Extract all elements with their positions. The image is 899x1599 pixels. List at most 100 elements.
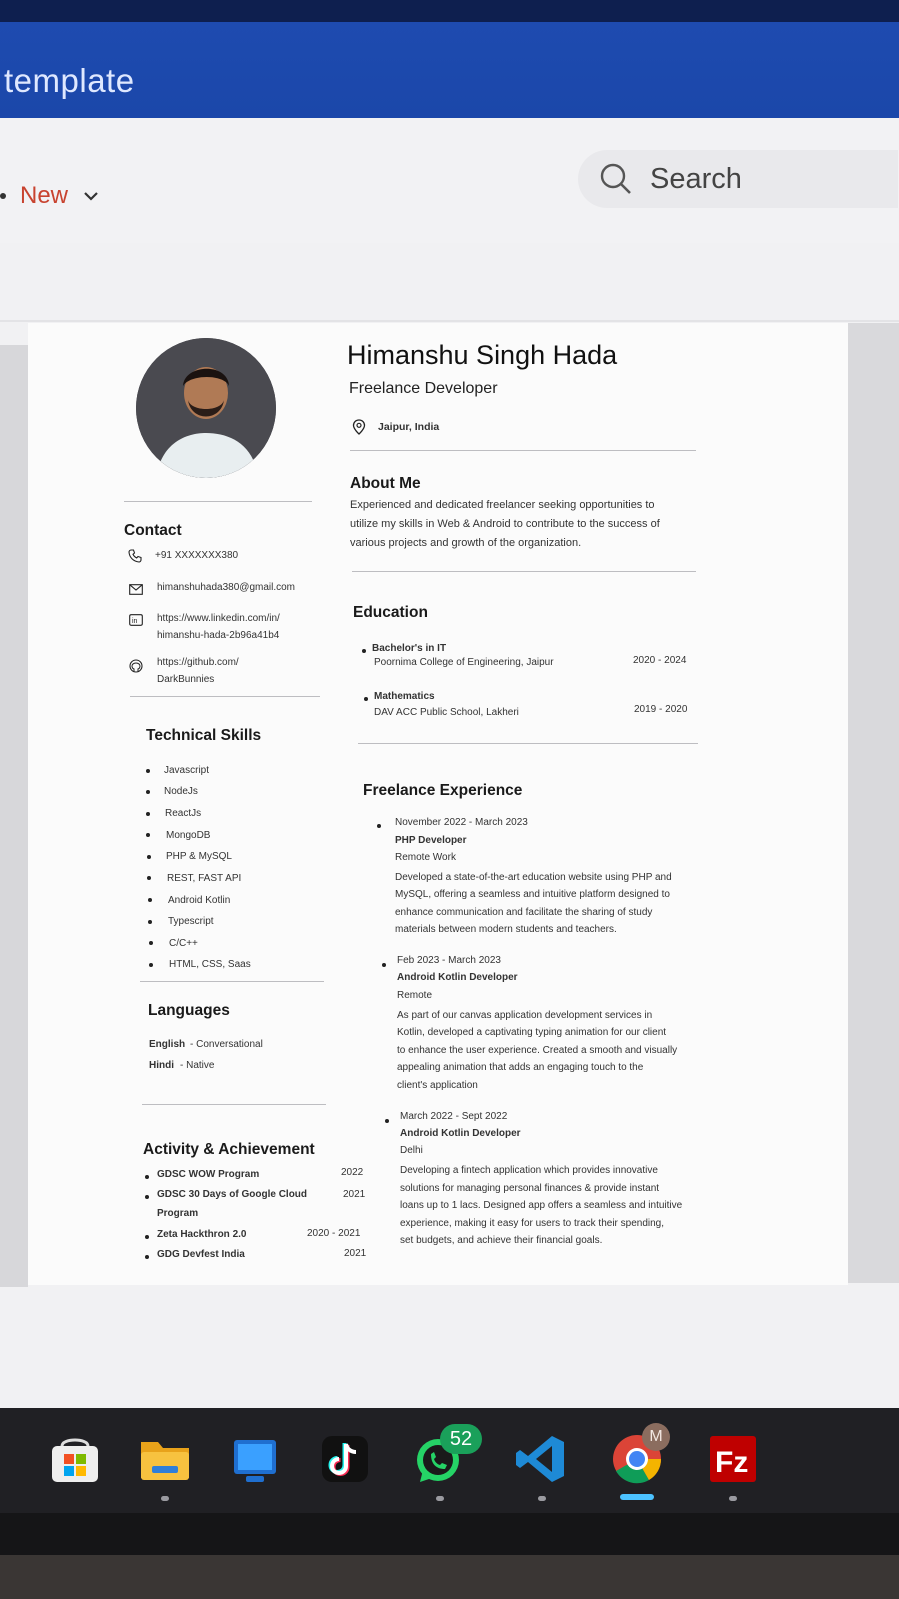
experience-heading: Freelance Experience <box>363 782 523 799</box>
whatsapp-badge: 52 <box>440 1424 482 1454</box>
contact-phone: +91 XXXXXXX380 <box>155 550 239 561</box>
education-years: 2019 - 2020 <box>634 704 688 715</box>
experience-line: appealing animation that adds an engagin… <box>397 1062 644 1073</box>
skill-item: Android Kotlin <box>168 895 231 906</box>
linkedin-icon: in <box>129 614 143 626</box>
github-icon <box>129 659 143 673</box>
experience-dates: March 2022 - Sept 2022 <box>400 1111 508 1122</box>
whatsapp-badge-count: 52 <box>449 1427 473 1450</box>
svg-text:in: in <box>132 618 138 625</box>
file-explorer-indicator <box>161 1496 169 1501</box>
chevron-down-icon[interactable] <box>82 187 100 205</box>
activity-item: GDG Devfest India <box>157 1249 245 1260</box>
experience-title: Android Kotlin Developer <box>397 972 518 983</box>
bullet <box>147 876 151 880</box>
contact-linkedin[interactable]: https://www.linkedin.com/in/ <box>157 613 280 624</box>
divider <box>352 571 696 572</box>
experience-line: As part of our canvas application develo… <box>397 1010 653 1021</box>
education-years: 2020 - 2024 <box>633 655 687 666</box>
canvas-gutter-left <box>0 345 28 1287</box>
store-icon[interactable] <box>48 1432 102 1486</box>
about-line: various projects and growth of the organ… <box>350 537 582 549</box>
bullet <box>146 790 150 794</box>
contact-email[interactable]: himanshuhada380@gmail.com <box>157 582 295 593</box>
whatsapp-indicator <box>436 1496 444 1501</box>
search-placeholder: Search <box>650 162 742 195</box>
activity-year: 2021 <box>343 1189 366 1200</box>
skill-item: Typescript <box>168 916 214 927</box>
skill-item: Javascript <box>164 765 210 776</box>
experience-line: Developing a fintech application which p… <box>400 1165 658 1176</box>
contact-github[interactable]: DarkBunnies <box>157 674 214 685</box>
experience-place: Delhi <box>400 1145 423 1156</box>
bullet <box>146 769 150 773</box>
phone-icon <box>128 549 142 563</box>
education-school: DAV ACC Public School, Lakheri <box>374 707 519 718</box>
divider <box>142 1104 326 1105</box>
experience-line: MySQL, offering a seamless and intuitive… <box>395 889 670 900</box>
education-degree: Bachelor's in IT <box>372 643 447 654</box>
file-explorer-icon[interactable] <box>138 1432 192 1486</box>
contact-linkedin[interactable]: himanshu-hada-2b96a41b4 <box>157 630 279 641</box>
app-window-icon[interactable] <box>228 1432 282 1486</box>
mail-icon <box>129 584 143 595</box>
experience-line: Kotlin, developed a captivating typing a… <box>397 1027 667 1038</box>
filezilla-icon[interactable]: Fz <box>706 1432 760 1486</box>
experience-dates: Feb 2023 - March 2023 <box>397 955 501 966</box>
divider <box>350 450 696 451</box>
bullet <box>148 898 152 902</box>
experience-title: PHP Developer <box>395 835 467 846</box>
experience-line: client's application <box>397 1080 478 1091</box>
resume-role: Freelance Developer <box>349 380 498 397</box>
resume-location: Jaipur, India <box>378 421 440 433</box>
bullet <box>364 697 368 701</box>
bullet <box>148 920 152 924</box>
search-box[interactable]: Search <box>578 150 898 208</box>
experience-place: Remote Work <box>395 852 456 863</box>
resume-page[interactable]: Himanshu Singh Hada Freelance Developer … <box>28 323 848 1285</box>
chrome-active-indicator <box>620 1494 654 1500</box>
monitor-bezel-top <box>0 0 899 22</box>
education-degree: Mathematics <box>374 691 435 702</box>
tiktok-icon[interactable] <box>318 1432 372 1486</box>
contact-github[interactable]: https://github.com/ <box>157 657 239 668</box>
activity-item: GDSC 30 Days of Google Cloud <box>157 1189 308 1200</box>
language-level: - Native <box>180 1060 215 1071</box>
experience-line: materials between modern students and te… <box>395 924 617 935</box>
bullet <box>362 649 366 653</box>
bullet <box>146 833 150 837</box>
resume-name: Himanshu Singh Hada <box>347 340 618 370</box>
chrome-profile-initial: M <box>649 1428 663 1445</box>
search-icon <box>600 163 631 194</box>
language-name: English <box>149 1039 186 1050</box>
experience-dates: November 2022 - March 2023 <box>395 817 528 828</box>
canvas-gutter-right <box>848 323 899 1283</box>
bullet <box>149 941 153 945</box>
about-line: utilize my skills in Web & Android to co… <box>350 518 660 530</box>
new-button-label: New <box>20 182 69 209</box>
bullet <box>149 963 153 967</box>
location-pin-icon <box>352 419 366 435</box>
activity-item: Zeta Hackthron 2.0 <box>157 1229 247 1240</box>
experience-line: experience, making it easy for users to … <box>400 1218 665 1229</box>
bullet <box>377 824 381 828</box>
chrome-profile-badge: M <box>642 1423 670 1451</box>
skill-item: ReactJs <box>165 808 202 819</box>
experience-title: Android Kotlin Developer <box>400 1128 521 1139</box>
profile-photo <box>136 338 276 478</box>
divider <box>358 743 698 744</box>
skill-item: PHP & MySQL <box>166 851 232 862</box>
about-line: Experienced and dedicated freelancer see… <box>350 499 655 511</box>
skill-item: NodeJs <box>164 786 198 797</box>
skill-item: C/C++ <box>169 938 198 949</box>
vscode-icon[interactable] <box>514 1432 568 1486</box>
bullet <box>145 1195 149 1199</box>
education-heading: Education <box>353 604 428 621</box>
canvas-divider <box>0 320 899 322</box>
svg-text:Fz: Fz <box>715 1446 748 1479</box>
filezilla-indicator <box>729 1496 737 1501</box>
skill-item: HTML, CSS, Saas <box>169 959 251 970</box>
experience-line: to enhance the user experience. Created … <box>397 1045 678 1056</box>
new-button[interactable]: New <box>0 175 100 217</box>
divider <box>124 501 312 502</box>
